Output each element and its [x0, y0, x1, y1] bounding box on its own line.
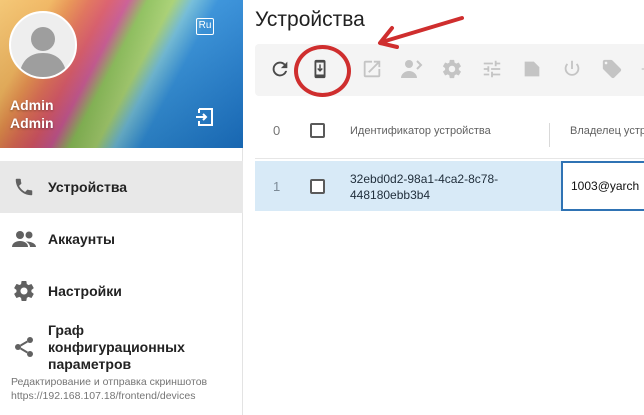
assign-user-icon: [401, 60, 423, 78]
assign-user-button[interactable]: [399, 56, 425, 82]
sidebar: Ru Admin Admin Устройства Аккаунты Настр…: [0, 0, 243, 415]
more-toolbar-button[interactable]: [639, 56, 644, 82]
tag-icon: [602, 59, 622, 79]
refresh-icon: [272, 61, 288, 77]
power-icon: [564, 60, 580, 76]
footer-caption: Редактирование и отправка скриншотов htt…: [11, 375, 207, 403]
row-number: 1: [273, 179, 281, 194]
logout-icon: [196, 108, 213, 126]
profile-last-name: Admin: [10, 115, 54, 131]
sliders-icon: [483, 60, 501, 78]
sidebar-item-config-graph[interactable]: Граф конфигурационных параметров: [0, 317, 243, 377]
row-checkbox[interactable]: [310, 179, 325, 194]
profile-header: Ru Admin Admin: [0, 0, 243, 148]
sidebar-item-label: Аккаунты: [48, 230, 115, 247]
gear-icon: [443, 59, 461, 79]
table-header: 0 Идентификатор устройства Владелец устр: [255, 101, 644, 159]
select-all-checkbox[interactable]: [310, 123, 325, 138]
folder-icon: [524, 61, 540, 77]
footer-line: Редактирование и отправка скриншотов: [11, 376, 208, 388]
sidebar-item-label: Устройства: [48, 178, 128, 195]
sidebar-item-devices[interactable]: Устройства: [0, 161, 243, 213]
refresh-button[interactable]: [267, 56, 293, 82]
device-id-cell: 32ebd0d2-98a1-4ca2-8c78-448180ebb3b4: [350, 172, 499, 202]
annotation-arrow-icon: [378, 16, 464, 49]
parameters-button[interactable]: [479, 56, 505, 82]
sidebar-item-label: Граф конфигурационных параметров: [48, 321, 185, 372]
gear-icon: [11, 278, 37, 304]
annotation-circle: [294, 45, 351, 97]
tag-button[interactable]: [599, 56, 625, 82]
people-icon: [11, 226, 37, 252]
app-window: Ru Admin Admin Устройства Аккаунты Настр…: [0, 0, 644, 415]
table-row[interactable]: 1 32ebd0d2-98a1-4ca2-8c78-448180ebb3b4 1…: [255, 161, 644, 211]
page-title: Устройства: [255, 8, 365, 31]
column-header-owner[interactable]: Владелец устр: [570, 125, 644, 137]
sidebar-item-label: Настройки: [48, 282, 122, 299]
main-content: Устройства 0 Идентификатор устройства Вл…: [244, 0, 644, 415]
owner-cell[interactable]: 1003@yarch: [561, 161, 644, 211]
avatar: [9, 11, 77, 79]
column-header-device-id[interactable]: Идентификатор устройства: [350, 125, 491, 137]
footer-url: https://192.168.107.18/frontend/devices: [11, 390, 196, 402]
user-silhouette-icon: [19, 27, 67, 77]
phone-icon: [11, 174, 37, 200]
sidebar-item-settings[interactable]: Настройки: [0, 265, 243, 317]
logout-button[interactable]: [194, 106, 216, 128]
share-icon: [11, 334, 37, 360]
sidebar-item-accounts[interactable]: Аккаунты: [0, 213, 243, 265]
selected-count: 0: [273, 123, 281, 138]
arrow-icon: [641, 68, 644, 70]
open-external-icon: [363, 60, 381, 78]
folder-button[interactable]: [519, 56, 545, 82]
sidebar-nav: Устройства Аккаунты Настройки Граф конфи…: [0, 161, 243, 377]
language-toggle-button[interactable]: Ru: [196, 18, 214, 35]
device-settings-button[interactable]: [439, 56, 465, 82]
power-button[interactable]: [559, 56, 585, 82]
owner-cell-value: 1003@yarch: [571, 179, 640, 193]
profile-first-name: Admin: [10, 97, 54, 113]
open-external-button[interactable]: [359, 56, 385, 82]
column-divider[interactable]: [549, 123, 550, 147]
